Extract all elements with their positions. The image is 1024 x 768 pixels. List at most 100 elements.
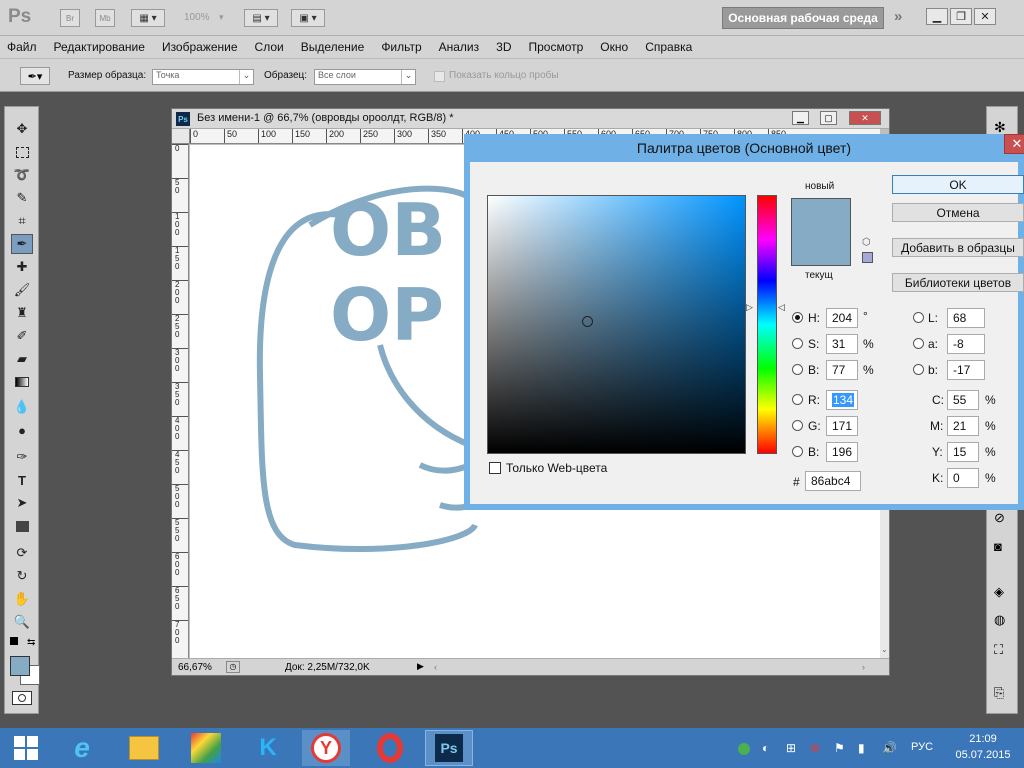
zoom-tool-icon[interactable]: 🔍: [11, 612, 33, 632]
screen-mode-button[interactable]: ▣ ▾: [291, 9, 325, 27]
clock-date[interactable]: 05.07.2015: [950, 749, 1016, 761]
menu-select[interactable]: Выделение: [301, 40, 365, 54]
more-workspaces-icon[interactable]: »: [894, 8, 902, 25]
sample-size-select[interactable]: Точка ⌄: [152, 69, 254, 85]
hand-tool-icon[interactable]: ✋: [11, 589, 33, 609]
gradient-tool-icon[interactable]: [11, 372, 33, 392]
web-colors-checkbox[interactable]: [489, 462, 501, 474]
scroll-down-arrow-icon[interactable]: ⌄: [881, 645, 888, 654]
pen-tool-icon[interactable]: ✑: [11, 447, 33, 467]
move-tool-icon[interactable]: ✥: [11, 119, 33, 139]
start-button[interactable]: [2, 730, 50, 766]
restore-button[interactable]: ❐: [950, 8, 972, 25]
scroll-left-arrow-icon[interactable]: ‹: [434, 662, 437, 672]
h-radio[interactable]: [792, 312, 803, 323]
cancel-button[interactable]: Отмена: [892, 203, 1024, 222]
l-input[interactable]: 68: [947, 308, 985, 328]
b-input[interactable]: 77: [826, 360, 858, 380]
opera-browser-icon[interactable]: [366, 730, 414, 766]
l-radio[interactable]: [913, 312, 924, 323]
menu-filter[interactable]: Фильтр: [381, 40, 421, 54]
eyedropper-tool-icon[interactable]: ✒: [11, 234, 33, 254]
swap-colors-icon[interactable]: ⇆: [27, 637, 35, 648]
close-window-button[interactable]: ✕: [974, 8, 996, 25]
add-to-swatches-button[interactable]: Добавить в образцы: [892, 238, 1024, 257]
menu-analysis[interactable]: Анализ: [439, 40, 480, 54]
blue-input[interactable]: 196: [826, 442, 858, 462]
arrange-documents-button[interactable]: ▤ ▾: [244, 9, 278, 27]
k-input[interactable]: 0: [947, 468, 979, 488]
view-extras-button[interactable]: ▦ ▾: [131, 9, 165, 27]
menu-edit[interactable]: Редактирование: [54, 40, 145, 54]
tray-volume-icon[interactable]: 🔊: [882, 741, 897, 755]
file-explorer-icon[interactable]: [120, 730, 168, 766]
layers-panel-icon[interactable]: ◈: [994, 584, 1004, 600]
3d-panel-icon[interactable]: ⛶: [994, 642, 1003, 658]
menu-image[interactable]: Изображение: [162, 40, 238, 54]
zoom-field[interactable]: 66,67%: [178, 662, 212, 673]
g-radio[interactable]: [792, 420, 803, 431]
shape-tool-icon[interactable]: [11, 516, 33, 536]
eyedropper-preset-icon[interactable]: ✒▾: [20, 67, 50, 85]
path-selection-icon[interactable]: ➤: [11, 493, 33, 513]
game-app-icon[interactable]: [182, 730, 230, 766]
minibridge-button[interactable]: Mb: [95, 9, 115, 27]
bridge-button[interactable]: Br: [60, 9, 80, 27]
zoom-dropdown-icon[interactable]: ▾: [219, 12, 224, 23]
photoshop-taskbar-icon[interactable]: Ps: [425, 730, 473, 766]
saturation-brightness-field[interactable]: [487, 195, 746, 454]
a-radio[interactable]: [913, 338, 924, 349]
menu-window[interactable]: Окно: [600, 40, 628, 54]
document-title-bar[interactable]: Ps Без имени-1 @ 66,7% (овровды ороолдт,…: [172, 109, 889, 129]
masks-panel-icon[interactable]: ◙: [994, 539, 1002, 554]
quick-selection-icon[interactable]: ✎: [11, 188, 33, 208]
tray-antivirus-icon[interactable]: ⊗: [810, 741, 820, 755]
menu-view[interactable]: Просмотр: [528, 40, 583, 54]
hue-slider-right-arrow-icon[interactable]: ◁: [778, 302, 785, 313]
show-ring-checkbox[interactable]: [434, 71, 445, 82]
menu-3d[interactable]: 3D: [496, 40, 511, 54]
menu-help[interactable]: Справка: [645, 40, 692, 54]
r-radio[interactable]: [792, 394, 803, 405]
dodge-tool-icon[interactable]: ●: [11, 420, 33, 440]
doc-restore-button[interactable]: ▢: [820, 111, 837, 125]
tray-network-icon[interactable]: ▮: [858, 741, 865, 755]
internet-explorer-icon[interactable]: e: [58, 730, 106, 766]
r-input[interactable]: 134: [826, 390, 858, 410]
blue-radio[interactable]: [792, 446, 803, 457]
tray-network-app-icon[interactable]: ◐: [762, 741, 769, 755]
menu-file[interactable]: Файл: [7, 40, 37, 54]
sample-select[interactable]: Все слои ⌄: [314, 69, 416, 85]
clone-stamp-icon[interactable]: ♜: [11, 303, 33, 323]
blur-tool-icon[interactable]: 💧: [11, 397, 33, 417]
out-of-gamut-cube-icon[interactable]: ⬡: [862, 237, 871, 248]
minimize-button[interactable]: ▁: [926, 8, 948, 25]
workspace-button[interactable]: Основная рабочая среда: [722, 7, 884, 29]
hex-input[interactable]: 86abc4: [805, 471, 861, 491]
color-selector-circle[interactable]: [582, 316, 593, 327]
c-input[interactable]: 55: [947, 390, 979, 410]
lasso-tool-icon[interactable]: ➰: [11, 165, 33, 185]
marquee-tool-icon[interactable]: [11, 142, 33, 162]
m-input[interactable]: 21: [947, 416, 979, 436]
clock-time[interactable]: 21:09: [950, 733, 1016, 745]
ok-button[interactable]: OK: [892, 175, 1024, 194]
hue-slider-left-arrow-icon[interactable]: ▷: [746, 302, 753, 313]
doc-close-button[interactable]: ✕: [849, 111, 881, 125]
dialog-close-button[interactable]: ✕: [1004, 134, 1024, 154]
healing-brush-icon[interactable]: ✚: [11, 257, 33, 277]
3d-orbit-icon[interactable]: ↻: [11, 566, 33, 586]
s-input[interactable]: 31: [826, 334, 858, 354]
tray-sync-icon[interactable]: ⊞: [786, 741, 796, 755]
k-app-icon[interactable]: K: [244, 730, 292, 766]
channels-panel-icon[interactable]: ◍: [994, 612, 1005, 628]
s-radio[interactable]: [792, 338, 803, 349]
scroll-right-arrow-icon[interactable]: ›: [862, 662, 865, 672]
tray-flag-icon[interactable]: ⚑: [834, 741, 845, 755]
color-picker-title[interactable]: Палитра цветов (Основной цвет): [464, 134, 1024, 162]
y-input[interactable]: 15: [947, 442, 979, 462]
type-tool-icon[interactable]: T: [11, 470, 33, 490]
quick-mask-icon[interactable]: [12, 691, 32, 705]
a-input[interactable]: -8: [947, 334, 985, 354]
ruler-origin[interactable]: [172, 129, 190, 144]
